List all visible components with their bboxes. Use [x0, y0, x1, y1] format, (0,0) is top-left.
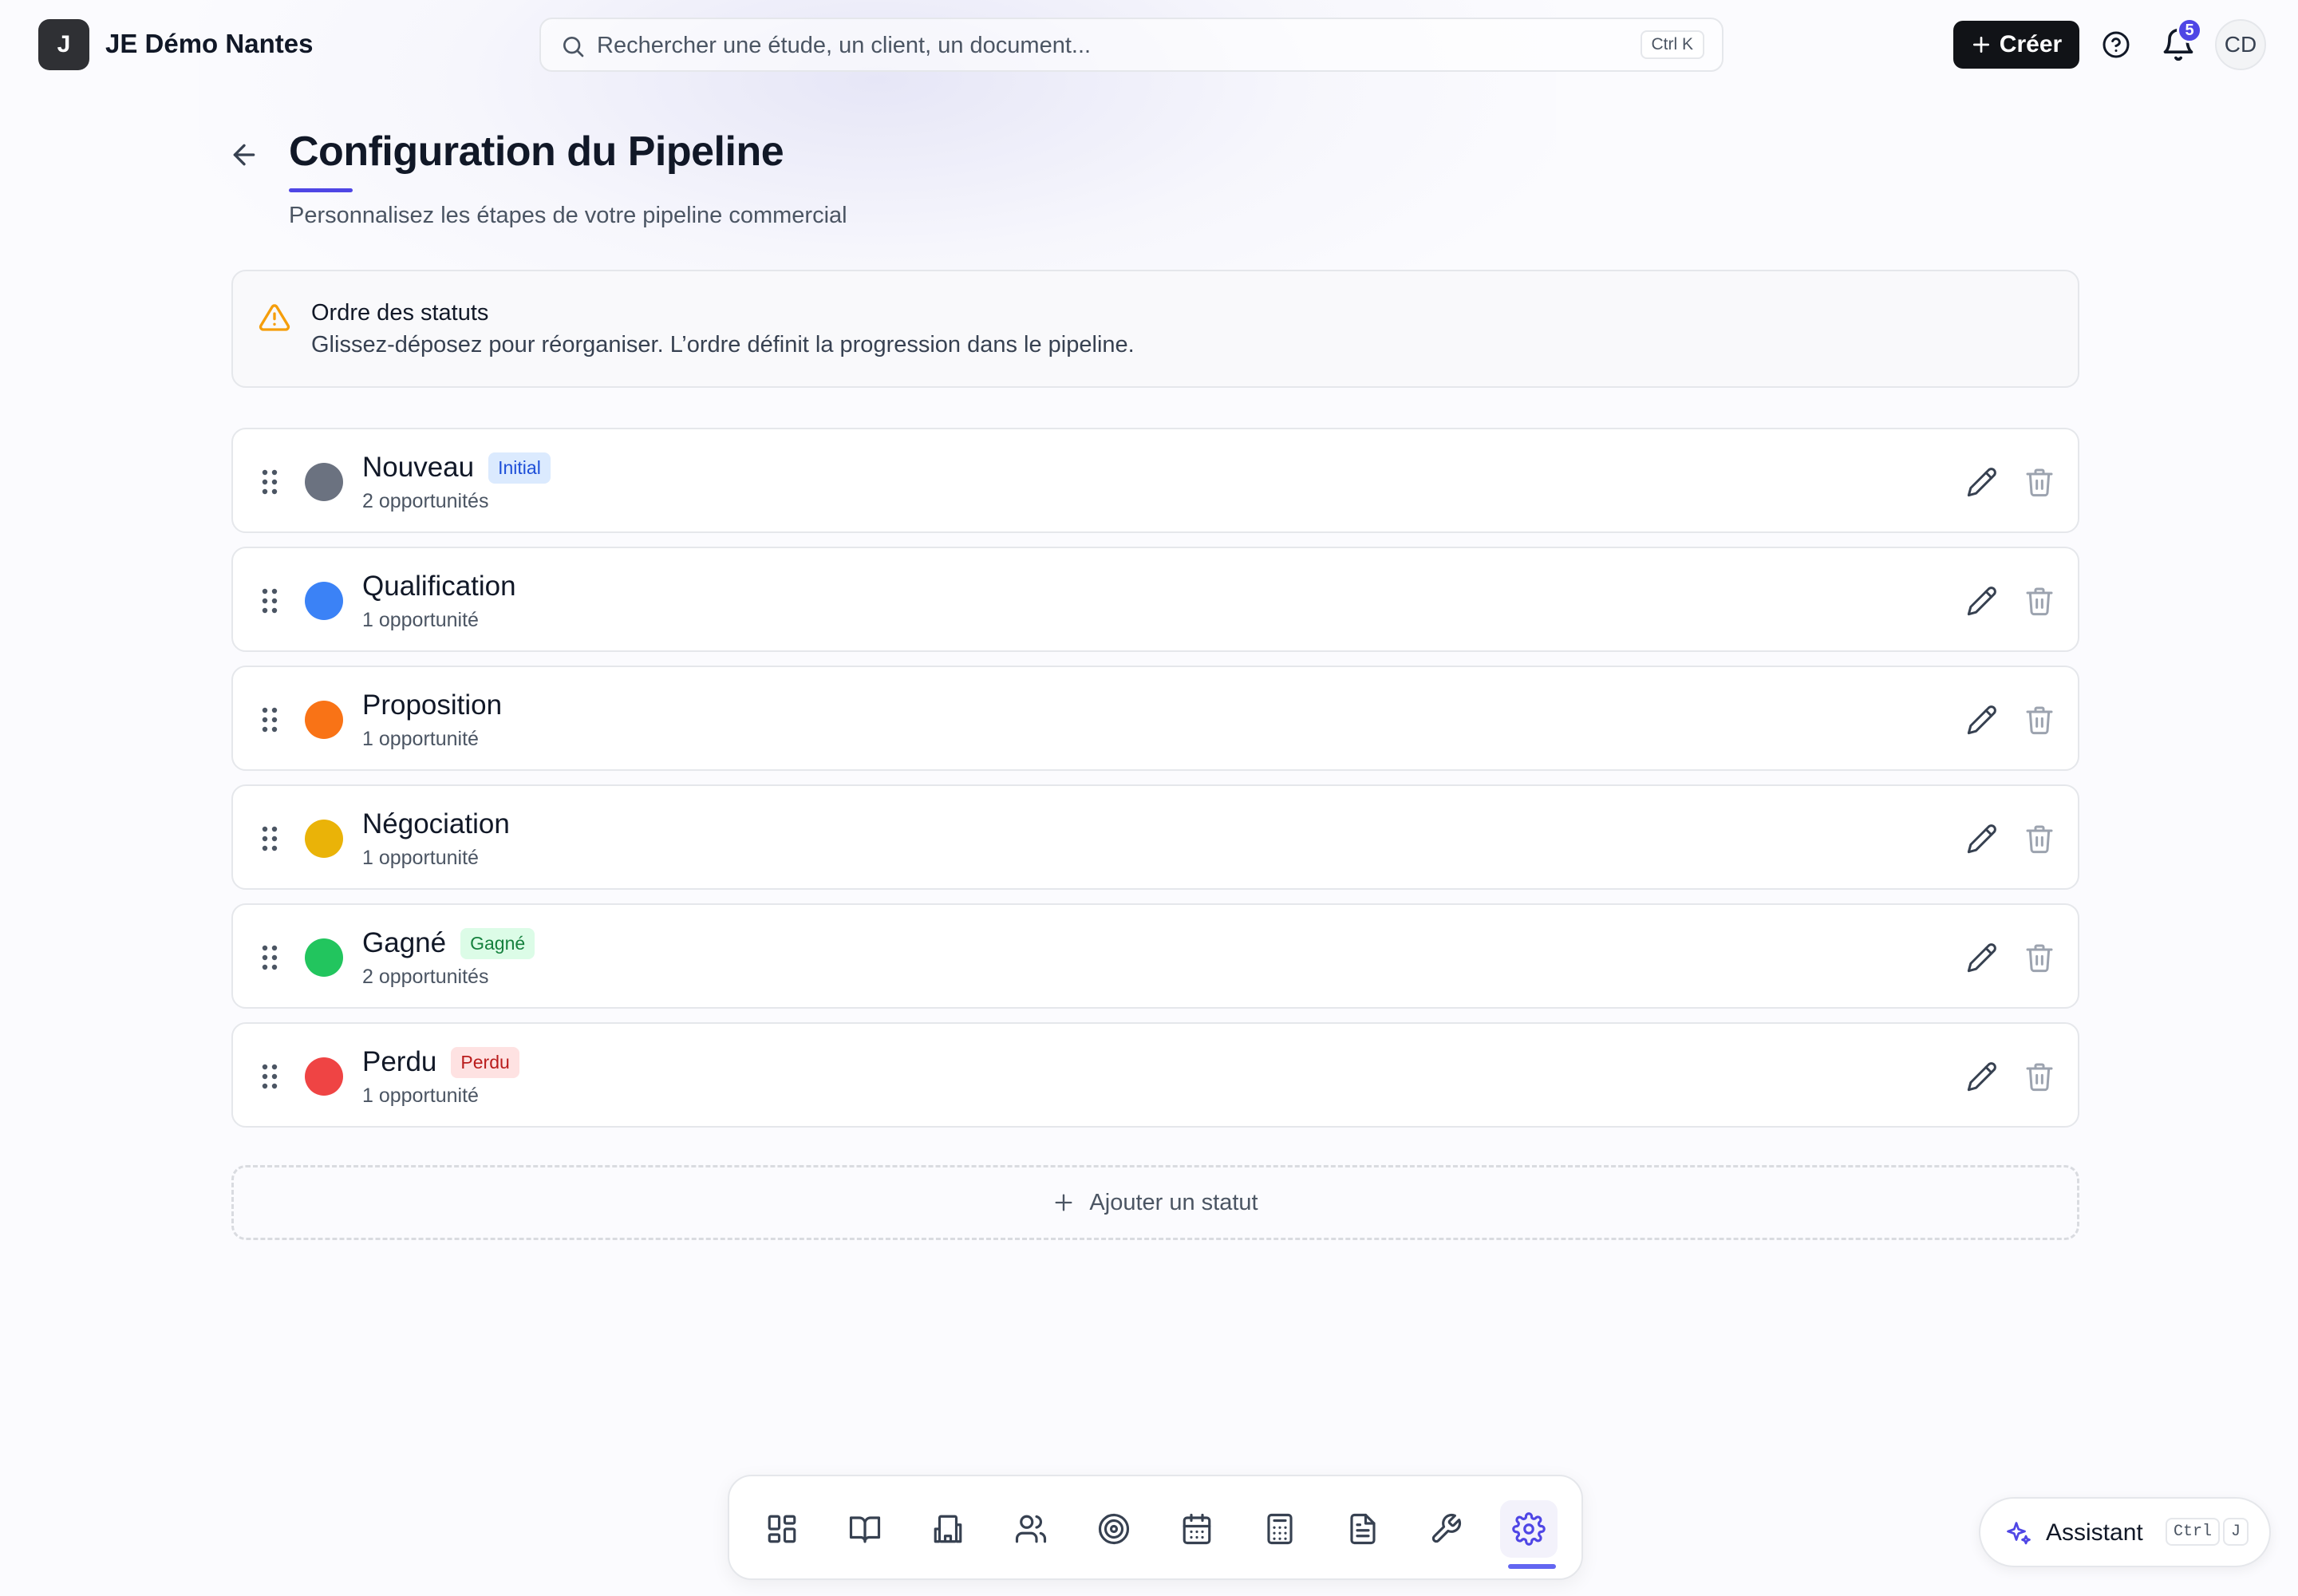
- status-count: 2 opportunités: [362, 490, 489, 512]
- info-box: Ordre des statuts Glissez-déposez pour r…: [231, 270, 2079, 388]
- status-color-dot[interactable]: [305, 938, 343, 977]
- status-name: Gagné Gagné: [362, 927, 535, 959]
- trash-icon[interactable]: [2024, 704, 2055, 736]
- search-input[interactable]: [597, 27, 1554, 64]
- assistant-button[interactable]: Assistant Ctrl J: [1979, 1497, 2271, 1567]
- status-name-label: Qualification: [362, 571, 516, 602]
- trash-icon[interactable]: [2024, 466, 2055, 498]
- assistant-label: Assistant: [2046, 1519, 2143, 1546]
- status-count: 1 opportunité: [362, 609, 479, 631]
- status-row[interactable]: Gagné Gagné 2 opportunités: [231, 903, 2079, 1009]
- assistant-shortcut-key: J: [2223, 1518, 2249, 1546]
- status-badge: Gagné: [460, 927, 535, 959]
- sparkles-icon: [2007, 1522, 2031, 1545]
- status-row[interactable]: Perdu Perdu 1 opportunité: [231, 1022, 2079, 1128]
- status-row[interactable]: Négociation 1 opportunité: [231, 784, 2079, 890]
- search-icon: [563, 37, 584, 57]
- drag-handle-icon[interactable]: [260, 468, 279, 496]
- status-name-label: Négociation: [362, 808, 510, 839]
- page-title: Configuration du Pipeline: [289, 128, 784, 175]
- status-color-dot[interactable]: [305, 820, 343, 858]
- status-count: 1 opportunité: [362, 728, 479, 750]
- info-text: Glissez-déposez pour réorganiser. L’ordr…: [311, 332, 1135, 358]
- drag-handle-icon[interactable]: [260, 824, 279, 853]
- status-name: Nouveau Initial: [362, 452, 551, 484]
- calendar-icon[interactable]: [1168, 1500, 1226, 1558]
- status-list: Nouveau Initial 2 opportunités Qualifica…: [231, 428, 2079, 1141]
- edit-icon[interactable]: [1966, 704, 1998, 736]
- notification-badge: 5: [2177, 18, 2202, 43]
- status-badge: Perdu: [451, 1046, 519, 1078]
- org-logo[interactable]: J: [38, 19, 89, 70]
- search-shortcut: Ctrl K: [1640, 30, 1704, 59]
- status-color-dot[interactable]: [305, 1057, 343, 1096]
- active-tab-indicator: [1508, 1564, 1556, 1569]
- document-icon[interactable]: [1334, 1500, 1392, 1558]
- trash-icon[interactable]: [2024, 823, 2055, 855]
- org-name[interactable]: JE Démo Nantes: [105, 29, 313, 59]
- status-count: 1 opportunité: [362, 1084, 479, 1107]
- book-icon[interactable]: [836, 1500, 894, 1558]
- wrench-icon[interactable]: [1417, 1500, 1475, 1558]
- plus-icon: [1972, 36, 1989, 53]
- status-name-label: Proposition: [362, 689, 503, 721]
- trash-icon[interactable]: [2024, 585, 2055, 617]
- building-icon[interactable]: [919, 1500, 977, 1558]
- create-button-label: Créer: [1999, 31, 2063, 57]
- users-icon[interactable]: [1002, 1500, 1060, 1558]
- status-row[interactable]: Qualification 1 opportunité: [231, 547, 2079, 652]
- bottom-dock: [728, 1475, 1583, 1580]
- avatar[interactable]: CD: [2215, 19, 2266, 70]
- status-count: 1 opportunité: [362, 847, 479, 869]
- status-color-dot[interactable]: [305, 463, 343, 501]
- status-row[interactable]: Proposition 1 opportunité: [231, 666, 2079, 771]
- edit-icon[interactable]: [1966, 585, 1998, 617]
- status-name-label: Perdu: [362, 1046, 437, 1077]
- drag-handle-icon[interactable]: [260, 943, 279, 972]
- status-count: 2 opportunités: [362, 966, 489, 988]
- drag-handle-icon[interactable]: [260, 705, 279, 734]
- edit-icon[interactable]: [1966, 823, 1998, 855]
- create-button[interactable]: Créer: [1953, 21, 2079, 69]
- status-name: Négociation: [362, 808, 510, 840]
- assistant-shortcut-ctrl: Ctrl: [2166, 1518, 2221, 1546]
- status-name: Qualification: [362, 571, 516, 602]
- top-bar: J JE Démo Nantes Ctrl K Créer 5 CD: [0, 0, 2298, 89]
- status-color-dot[interactable]: [305, 701, 343, 739]
- edit-icon[interactable]: [1966, 942, 1998, 974]
- drag-handle-icon[interactable]: [260, 587, 279, 615]
- back-arrow-icon[interactable]: [228, 139, 260, 171]
- status-color-dot[interactable]: [305, 582, 343, 620]
- status-name: Proposition: [362, 689, 502, 721]
- status-name-label: Gagné: [362, 927, 447, 958]
- status-badge: Initial: [488, 452, 551, 484]
- search-bar[interactable]: Ctrl K: [539, 18, 1724, 72]
- help-icon[interactable]: [2102, 30, 2130, 59]
- title-underline: [289, 188, 353, 192]
- trash-icon[interactable]: [2024, 1061, 2055, 1092]
- drag-handle-icon[interactable]: [260, 1062, 279, 1091]
- add-status-button[interactable]: Ajouter un statut: [231, 1165, 2079, 1240]
- page-subtitle: Personnalisez les étapes de votre pipeli…: [289, 203, 847, 228]
- trash-icon[interactable]: [2024, 942, 2055, 974]
- target-icon[interactable]: [1085, 1500, 1143, 1558]
- status-name-label: Nouveau: [362, 452, 475, 483]
- plus-icon: [1055, 1194, 1072, 1211]
- settings-icon[interactable]: [1500, 1500, 1558, 1558]
- calculator-icon[interactable]: [1251, 1500, 1309, 1558]
- dashboard-icon[interactable]: [753, 1500, 811, 1558]
- warning-icon: [259, 304, 290, 331]
- status-row[interactable]: Nouveau Initial 2 opportunités: [231, 428, 2079, 533]
- edit-icon[interactable]: [1966, 1061, 1998, 1092]
- status-name: Perdu Perdu: [362, 1046, 519, 1078]
- info-title: Ordre des statuts: [311, 300, 489, 326]
- add-status-label: Ajouter un statut: [1089, 1189, 1258, 1215]
- edit-icon[interactable]: [1966, 466, 1998, 498]
